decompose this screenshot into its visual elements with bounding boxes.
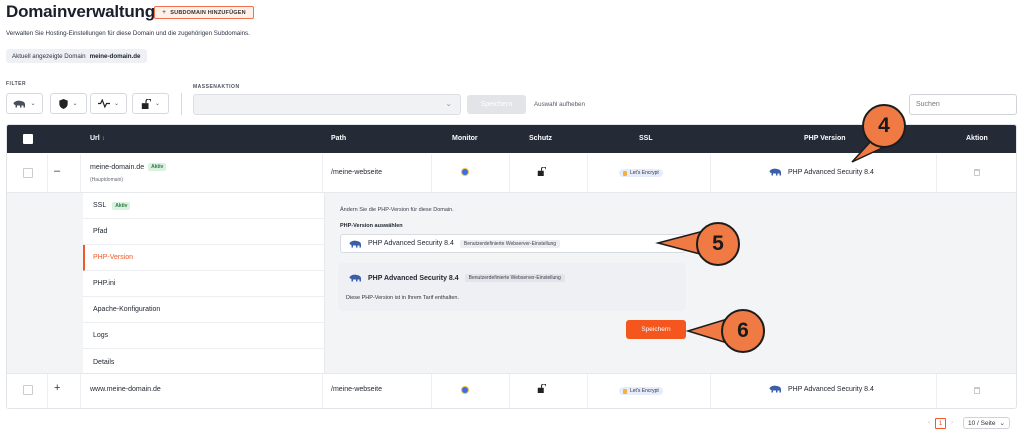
main-domain-note: (Hauptdomain) xyxy=(90,177,124,183)
ssl-badge[interactable]: Let's Encrypt xyxy=(619,169,663,177)
page-subtitle: Verwalten Sie Hosting-Einstellungen für … xyxy=(6,30,250,37)
save-button[interactable]: Speichern xyxy=(626,320,686,339)
nav-item-logs[interactable]: Logs xyxy=(83,323,324,349)
php-select-value: PHP Advanced Security 8.4 xyxy=(368,240,454,247)
search-box[interactable] xyxy=(909,94,1017,115)
php-elephant-icon xyxy=(13,100,26,107)
chevron-down-icon: ⌄ xyxy=(30,101,36,107)
path-value: /meine-webseite xyxy=(331,386,382,393)
pagination: ‹ 1 › 10 / Seite ⌄ xyxy=(928,417,1010,429)
plus-icon: + xyxy=(162,9,167,16)
custom-setting-badge: Benutzerdefinierte Webserver-Einstellung xyxy=(464,274,565,282)
prev-page-icon[interactable]: ‹ xyxy=(928,420,930,426)
php-version-cell[interactable]: PHP Advanced Security 8.4 xyxy=(769,385,874,393)
chevron-down-icon: ⌄ xyxy=(445,99,452,108)
detail-side-nav: SSL Aktiv Pfad PHP-Version PHP.ini Apache… xyxy=(83,193,325,374)
monitor-status-icon[interactable] xyxy=(462,169,468,175)
current-domain-chip: Aktuell angezeigte Domain meine-domain.d… xyxy=(6,49,147,63)
chevron-down-icon: ⌄ xyxy=(72,101,78,107)
nav-item-ssl[interactable]: SSL Aktiv xyxy=(83,193,324,219)
shield-filter-button[interactable]: ⌄ xyxy=(50,93,87,114)
ssl-lock-icon xyxy=(623,388,627,394)
nav-item-php-version[interactable]: PHP-Version xyxy=(83,245,324,271)
php-elephant-icon xyxy=(769,385,781,393)
status-badge: Aktiv xyxy=(112,201,131,210)
php-info-title: PHP Advanced Security 8.4 Benutzerdefini… xyxy=(349,274,565,282)
php-elephant-icon xyxy=(349,240,361,247)
ssl-badge[interactable]: Let's Encrypt xyxy=(619,387,663,395)
row-checkbox[interactable] xyxy=(23,168,33,178)
php-version-select[interactable]: PHP Advanced Security 8.4 Benutzerdefini… xyxy=(340,234,686,253)
monitor-filter-button[interactable]: ⌄ xyxy=(90,93,127,114)
chevron-down-icon: ⌄ xyxy=(999,420,1005,427)
select-all-checkbox[interactable] xyxy=(23,134,33,144)
chevron-down-icon: ⌄ xyxy=(154,101,161,107)
pulse-icon xyxy=(97,99,110,108)
page-number-current[interactable]: 1 xyxy=(935,417,946,429)
column-header-path: Path xyxy=(331,135,347,142)
domain-table: Url ↕ Path Monitor Schutz SSL PHP Version… xyxy=(6,124,1017,409)
nav-item-details[interactable]: Details xyxy=(83,349,324,375)
page-title: Domainverwaltung xyxy=(6,2,155,21)
search-input[interactable] xyxy=(910,95,1016,114)
php-info-card: PHP Advanced Security 8.4 Benutzerdefini… xyxy=(338,263,686,311)
domain-link[interactable]: www.meine-domain.de xyxy=(90,386,161,393)
php-filter-button[interactable]: ⌄ xyxy=(6,93,43,114)
filter-divider xyxy=(181,93,182,115)
nav-item-apache-config[interactable]: Apache-Konfiguration xyxy=(83,297,324,323)
clear-selection-link[interactable]: Auswahl aufheben xyxy=(534,101,585,108)
status-badge: Aktiv xyxy=(148,163,167,171)
nav-item-php-ini[interactable]: PHP.ini xyxy=(83,271,324,297)
filter-label: FILTER xyxy=(6,81,27,87)
expanded-row-panel: SSL Aktiv Pfad PHP-Version PHP.ini Apache… xyxy=(7,192,1016,374)
row-checkbox[interactable] xyxy=(23,385,33,395)
expand-row-button[interactable]: + xyxy=(54,382,60,394)
custom-setting-badge: Benutzerdefinierte Webserver-Einstellung xyxy=(459,239,561,248)
php-version-cell[interactable]: PHP Advanced Security 8.4 xyxy=(769,168,874,176)
php-info-text: Diese PHP-Version ist in Ihrem Tarif ent… xyxy=(346,295,460,301)
column-header-php-version: PHP Version xyxy=(804,135,846,142)
shield-icon xyxy=(59,98,69,109)
column-header-ssl: SSL xyxy=(639,135,653,142)
table-row: + www.meine-domain.de /meine-webseite Le… xyxy=(7,373,1016,408)
php-elephant-icon xyxy=(349,274,361,282)
sort-icon: ↕ xyxy=(101,136,105,142)
chevron-down-icon: ⌄ xyxy=(113,101,120,107)
path-value: /meine-webseite xyxy=(331,169,382,176)
column-header-action: Aktion xyxy=(966,135,988,142)
current-domain-label: Aktuell angezeigte Domain xyxy=(12,52,86,60)
column-header-protection: Schutz xyxy=(529,135,552,142)
table-row: – meine-domain.de Aktiv (Hauptdomain) /me… xyxy=(7,154,1016,192)
lock-open-icon xyxy=(141,98,151,109)
mass-save-button[interactable]: Speichern xyxy=(467,95,526,114)
delete-icon[interactable] xyxy=(974,169,980,176)
next-page-icon[interactable]: › xyxy=(951,420,953,426)
monitor-status-icon[interactable] xyxy=(462,387,468,393)
mass-action-select[interactable]: ⌄ xyxy=(193,94,461,115)
lock-filter-button[interactable]: ⌄ xyxy=(132,93,169,114)
add-subdomain-label: SUBDOMAIN HINZUFÜGEN xyxy=(170,9,246,16)
collapse-row-button[interactable]: – xyxy=(54,165,60,177)
php-elephant-icon xyxy=(769,168,781,176)
php-select-label: PHP-Version auswählen xyxy=(340,223,403,229)
lock-open-icon[interactable] xyxy=(537,166,547,178)
current-domain-value: meine-domain.de xyxy=(89,52,141,60)
domain-link[interactable]: meine-domain.de Aktiv xyxy=(90,163,167,171)
add-subdomain-button[interactable]: + SUBDOMAIN HINZUFÜGEN xyxy=(154,6,254,19)
column-header-url[interactable]: Url ↕ xyxy=(90,135,105,142)
delete-icon[interactable] xyxy=(974,387,980,394)
php-panel-description: Ändern Sie die PHP-Version für diese Dom… xyxy=(340,207,454,213)
column-header-monitor: Monitor xyxy=(452,135,478,142)
lock-open-icon[interactable] xyxy=(537,383,547,395)
mass-action-label: MASSENAKTION xyxy=(193,84,240,90)
ssl-lock-icon xyxy=(623,170,627,176)
nav-item-path[interactable]: Pfad xyxy=(83,219,324,245)
page-size-select[interactable]: 10 / Seite ⌄ xyxy=(963,417,1010,429)
